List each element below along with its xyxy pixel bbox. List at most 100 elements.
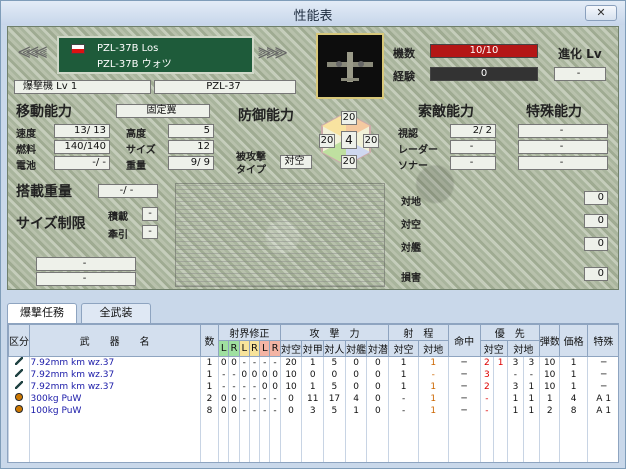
carry-value: -	[142, 207, 158, 221]
bomber-icon	[327, 52, 373, 82]
fire-arc-value: 0	[228, 356, 240, 369]
table-row[interactable]: 300kg PuW 2 0 0- - - -0 11 17 4 0-1 ─ -1 1 1 4 A 1	[8, 393, 618, 405]
tab-all-weapons[interactable]: 全武装	[81, 303, 151, 323]
priority-ground-2: -	[522, 369, 540, 381]
wing-emblem-left-icon: ⫷⫷⫷	[18, 39, 47, 64]
empty-cell	[559, 450, 588, 461]
empty-cell	[228, 417, 240, 428]
table-row[interactable]: 100kg PuW 8 0 0- - - -0 3 5 1 0-1 ─ -1 1 2 8 A 1	[8, 405, 618, 417]
fire-arc-value: 0	[228, 405, 240, 417]
fire-arc-value: -	[218, 369, 229, 381]
empty-cell	[259, 428, 270, 439]
weapon-name: 7.92mm km wz.37	[28, 381, 201, 393]
empty-cell	[344, 461, 367, 462]
size-limit-title: サイズ制限	[16, 216, 86, 232]
fire-arc-value: 0	[218, 405, 229, 417]
weapon-count: 2	[199, 393, 219, 405]
col-fire-arc: 射界修正	[218, 324, 281, 341]
weapon-count: 8	[199, 405, 219, 417]
ammo-count: 10	[538, 369, 560, 381]
empty-cell	[479, 417, 494, 428]
empty-cell	[366, 428, 389, 439]
empty-cell	[366, 439, 389, 450]
fire-arc-value: -	[238, 405, 250, 417]
col-count: 数	[199, 324, 220, 357]
col-weapon-name: 武 器 名	[28, 324, 201, 357]
ship-attack-label: 対艦	[401, 243, 421, 254]
priority-air: 3	[479, 369, 494, 381]
empty-cell	[228, 461, 240, 462]
empty-cell	[279, 428, 302, 439]
empty-cell	[301, 417, 324, 428]
empty-cell	[8, 428, 30, 439]
empty-cell	[279, 450, 302, 461]
fire-arc-value: 0	[238, 369, 250, 381]
special-flag: A 1	[586, 405, 618, 417]
sonar-value: -	[450, 156, 496, 170]
price: 4	[559, 393, 588, 405]
fire-arc-value: 0	[228, 393, 240, 405]
fire-arc-value: -	[238, 381, 250, 393]
unit-model: PZL-37	[154, 80, 296, 94]
empty-cell	[248, 439, 260, 450]
aircraft-portrait	[316, 33, 384, 99]
empty-cell	[417, 428, 449, 439]
accuracy: ─	[447, 405, 481, 417]
empty-cell	[447, 428, 481, 439]
wing-type: 固定翼	[116, 104, 210, 118]
empty-cell	[199, 417, 219, 428]
empty-cell	[199, 439, 219, 450]
tow-label: 牽引	[108, 230, 128, 241]
empty-cell	[388, 428, 419, 439]
empty-cell	[344, 450, 367, 461]
table-row[interactable]: 7.92mm km wz.37 1- - - -0 0 10 1 5 0 0 1 1 ─ 2 3 1 10 1 ─	[8, 381, 618, 393]
empty-cell	[8, 461, 30, 462]
col-accuracy: 命中	[447, 324, 481, 357]
attack-value: 0	[344, 381, 367, 393]
close-button[interactable]: ✕	[585, 5, 617, 21]
empty-cell	[538, 450, 560, 461]
empty-cell	[28, 428, 201, 439]
empty-cell	[366, 450, 389, 461]
machine-gun-icon	[14, 369, 23, 377]
priority-ground: 1	[506, 393, 524, 405]
empty-cell	[506, 417, 524, 428]
empty-cell	[522, 439, 540, 450]
empty-cell	[366, 461, 389, 462]
tab-bombing-mission[interactable]: 爆撃任務	[7, 303, 77, 324]
attack-value: 0	[366, 381, 389, 393]
empty-cell	[269, 439, 281, 450]
speed-label: 速度	[16, 129, 36, 140]
empty-cell	[238, 450, 250, 461]
col-atk-ship: 対艦	[344, 340, 368, 357]
fire-arc-value: 0	[269, 381, 281, 393]
empty-cell	[586, 439, 618, 450]
col-attack: 攻 撃 力	[279, 324, 390, 341]
empty-row	[8, 450, 618, 461]
price: 1	[559, 369, 588, 381]
fire-arc-value: 0	[218, 393, 229, 405]
table-row[interactable]: 7.92mm km wz.37 1 0 0- - - -20 1 5 0 0 1 1 ─ 2 1 3 3 10 1 ─	[8, 356, 618, 369]
empty-row	[8, 428, 618, 439]
ammo-count: 10	[538, 381, 560, 393]
exp-label: 経験	[393, 70, 415, 83]
empty-cell	[388, 461, 419, 462]
accuracy: ─	[447, 393, 481, 405]
ammo-count: 10	[538, 356, 560, 369]
priority-ground: 3	[506, 356, 524, 369]
empty-cell	[538, 461, 560, 462]
table-row[interactable]: 7.92mm km wz.37 1- -0 0 0 0 10 0 0 0 0 1- ─ 3- -10 1 ─	[8, 369, 618, 381]
weapon-name: 7.92mm km wz.37	[28, 369, 201, 381]
sonar-label: ソナー	[398, 161, 428, 172]
empty-cell	[344, 439, 367, 450]
accuracy: ─	[447, 356, 481, 369]
attack-value: 0	[344, 369, 367, 381]
attack-value: 0	[279, 393, 302, 405]
empty-row	[8, 461, 618, 462]
payload-extra-1: -	[36, 257, 136, 271]
ground-attack-label: 対地	[401, 197, 421, 208]
empty-cell	[586, 450, 618, 461]
priority-ground-2: 1	[522, 405, 540, 417]
tow-value: -	[142, 225, 158, 239]
ammo-count: 1	[538, 393, 560, 405]
